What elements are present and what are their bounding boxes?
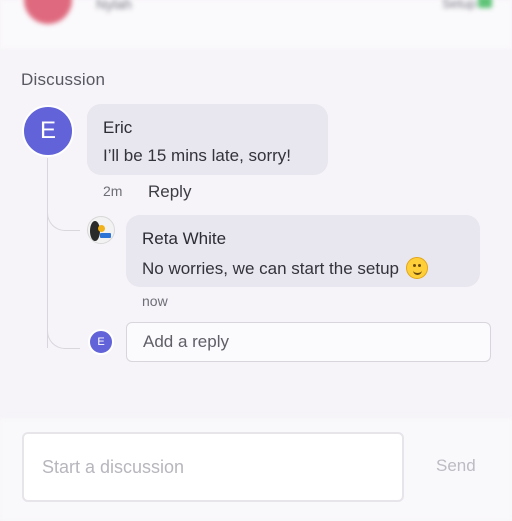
thread-branch-reply [47,206,80,231]
smiling-face-icon [405,257,428,279]
start-discussion-input[interactable] [22,432,404,502]
status-indicator-icon [478,0,492,8]
avatar-current-user: E [88,329,114,355]
comment-message: I’ll be 15 mins late, sorry! [103,146,292,165]
reply-button[interactable]: Reply [148,182,191,202]
thread-branch-input [47,322,80,349]
top-blurred-header: Nylah Setup [0,0,512,51]
reply-time: now [142,293,168,309]
top-name: Nylah [96,0,132,12]
avatar-reta [87,216,115,244]
reply-message-row: No worries, we can start the setup [142,257,464,279]
reply-input[interactable] [126,322,491,362]
reply-bubble: Reta White No worries, we can start the … [126,215,480,287]
top-avatar [24,0,72,24]
reply-author: Reta White [142,229,227,248]
send-button[interactable]: Send [436,456,476,476]
comment-bubble: Eric I’ll be 15 mins late, sorry! [87,104,328,175]
thread-line [47,158,48,348]
avatar-eric: E [22,105,74,157]
comment-time: 2m [103,183,123,199]
comment-author: Eric [103,118,133,137]
top-status: Setup [442,0,476,11]
reply-message: No worries, we can start the setup [142,259,400,278]
section-title: Discussion [21,70,106,89]
